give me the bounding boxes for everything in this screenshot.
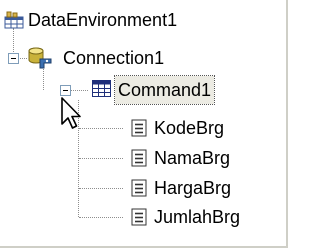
tree-item-label: KodeBrg [154, 118, 225, 138]
tree-item-label: HargaBrg [154, 178, 232, 198]
collapse-toggle[interactable] [60, 85, 71, 96]
tree-item-label: Command1 [113, 75, 216, 105]
tree-line [70, 90, 88, 91]
field-icon [131, 149, 147, 172]
field-icon [131, 119, 147, 142]
tree-item-field[interactable]: KodeBrg [124, 114, 264, 142]
tree-item-field[interactable]: HargaBrg [124, 174, 264, 202]
tree-item-connection[interactable]: Connection1 [27, 44, 227, 72]
tree-line [79, 188, 123, 189]
tree-item-label: NamaBrg [154, 148, 231, 168]
data-environment-tree[interactable]: DataEnvironment1 Connection1 Command1 Ko… [0, 0, 288, 248]
tree-item-label: JumlahBrg [154, 207, 241, 227]
tree-item-label: Connection1 [63, 48, 165, 68]
collapse-toggle[interactable] [8, 53, 19, 64]
table-command-icon [92, 80, 112, 103]
tree-item-field[interactable]: NamaBrg [124, 144, 264, 172]
tree-item-label: DataEnvironment1 [28, 10, 178, 30]
tree-item-command[interactable]: Command1 [90, 75, 250, 105]
field-icon [131, 179, 147, 202]
tree-item-data-environment[interactable]: DataEnvironment1 [0, 6, 200, 34]
field-icon [131, 208, 147, 231]
mouse-pointer-icon [60, 96, 86, 137]
data-environment-icon [4, 11, 24, 34]
database-connection-icon [27, 46, 53, 75]
tree-item-field[interactable]: JumlahBrg [124, 203, 264, 231]
tree-line [79, 217, 123, 218]
tree-line [79, 158, 123, 159]
